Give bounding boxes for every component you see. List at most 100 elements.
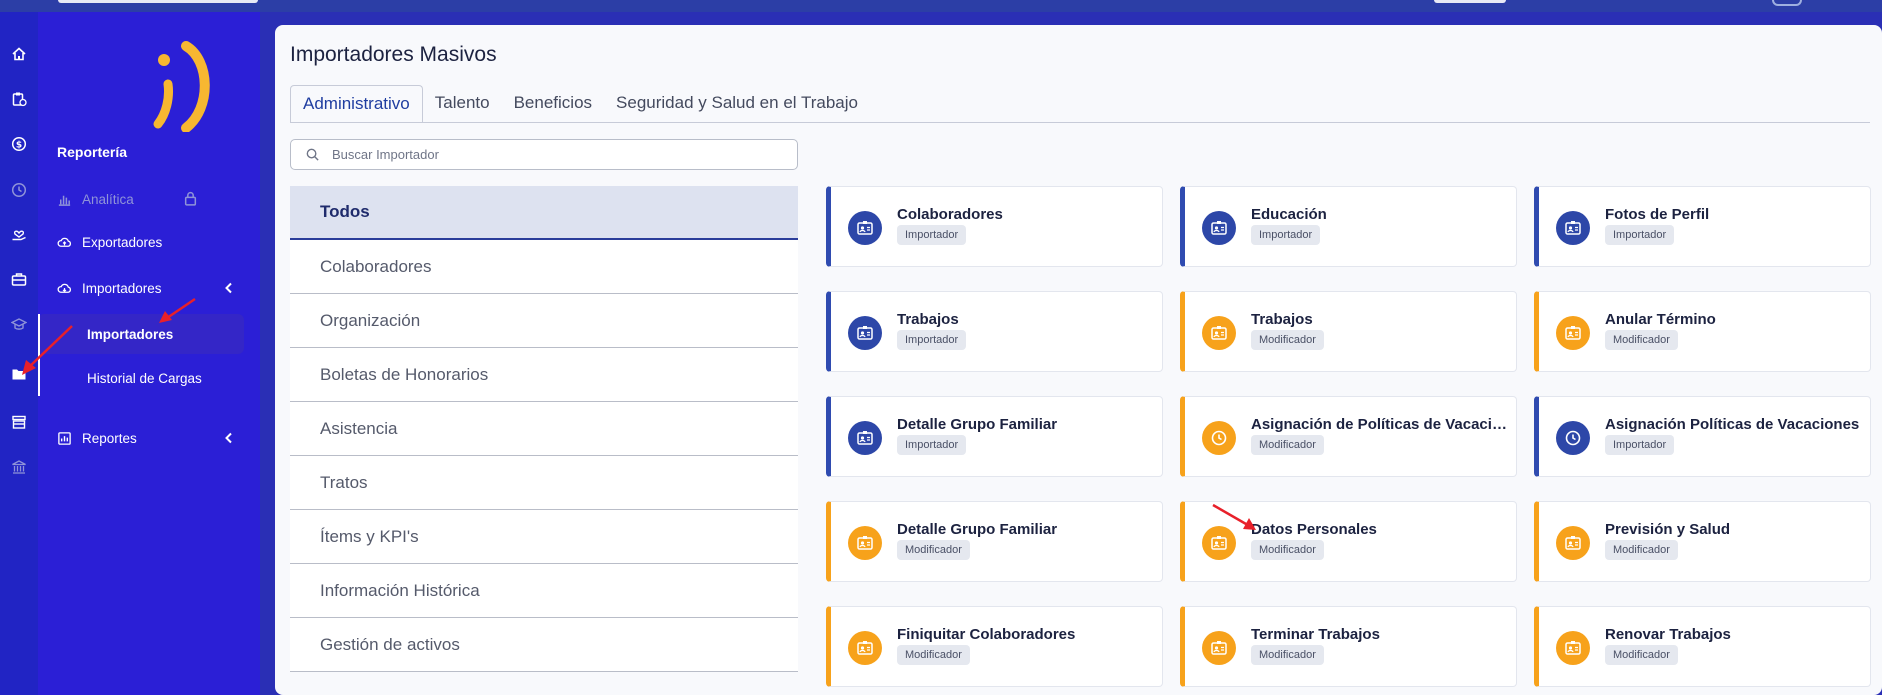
- importer-name: Educación: [1251, 206, 1327, 223]
- sidebar-item-exportadores[interactable]: Exportadores: [57, 231, 247, 253]
- page-title: Importadores Masivos: [290, 43, 497, 66]
- sidebar-item-label: Exportadores: [82, 234, 163, 250]
- search-icon: [306, 148, 319, 161]
- clock-icon[interactable]: [9, 180, 29, 200]
- home-icon[interactable]: [9, 44, 29, 64]
- search-input[interactable]: [332, 147, 772, 162]
- cloud-download-icon: [57, 283, 72, 293]
- importer-type-badge: Modificador: [897, 645, 970, 665]
- category-item-todos[interactable]: Todos: [290, 186, 798, 240]
- importer-type-badge: Modificador: [1605, 330, 1678, 350]
- importer-card[interactable]: Renovar Trabajos Modificador: [1534, 606, 1871, 687]
- sidebar-subitem-historial-de-cargas[interactable]: Historial de Cargas: [87, 358, 202, 398]
- importer-name: Datos Personales: [1251, 521, 1377, 538]
- importer-name: Asignación de Políticas de Vacacio...: [1251, 416, 1511, 433]
- importer-name: Detalle Grupo Familiar: [897, 416, 1058, 433]
- logo: [153, 41, 210, 132]
- id-card-icon: [1556, 211, 1590, 245]
- importer-name: Fotos de Perfil: [1605, 206, 1710, 223]
- importer-name: Trabajos: [1251, 311, 1313, 328]
- importer-card[interactable]: Educación Importador: [1180, 186, 1517, 267]
- id-card-icon: [1556, 631, 1590, 665]
- importer-type-badge: Modificador: [1251, 330, 1324, 350]
- importer-card[interactable]: Detalle Grupo Familiar Modificador: [826, 501, 1163, 582]
- importer-name: Finiquitar Colaboradores: [897, 626, 1076, 643]
- tabs-divider: [290, 122, 1870, 123]
- tab-administrativo[interactable]: Administrativo: [290, 85, 423, 123]
- importer-card[interactable]: Fotos de Perfil Importador: [1534, 186, 1871, 267]
- id-card-icon: [1202, 631, 1236, 665]
- top-button[interactable]: [1434, 0, 1506, 3]
- category-item-organizacion[interactable]: Organización: [290, 294, 798, 348]
- category-item-tratos[interactable]: Tratos: [290, 456, 798, 510]
- category-item-gestion-de-activos[interactable]: Gestión de activos: [290, 618, 798, 672]
- chevron-left-icon: [225, 432, 232, 444]
- importer-card[interactable]: Trabajos Modificador: [1180, 291, 1517, 372]
- importer-type-badge: Importador: [1605, 225, 1675, 245]
- id-card-icon: [848, 421, 882, 455]
- clipboard-clock-icon[interactable]: [9, 89, 29, 109]
- importer-type-badge: Importador: [1605, 435, 1675, 455]
- sidebar-item-importadores[interactable]: Importadores: [57, 277, 247, 299]
- category-item-boletas-de-honorarios[interactable]: Boletas de Honorarios: [290, 348, 798, 402]
- id-card-icon: [1202, 211, 1236, 245]
- sidebar-item-label: Importadores: [82, 280, 162, 296]
- importer-card[interactable]: Detalle Grupo Familiar Importador: [826, 396, 1163, 477]
- importer-card[interactable]: Trabajos Importador: [826, 291, 1163, 372]
- importer-type-badge: Importador: [897, 435, 967, 455]
- clock-icon: [1556, 421, 1590, 455]
- avatar[interactable]: [1772, 0, 1802, 6]
- store-icon[interactable]: [9, 412, 29, 432]
- tab-talento[interactable]: Talento: [423, 85, 502, 123]
- importer-type-badge: Importador: [897, 225, 967, 245]
- dollar-icon[interactable]: $: [9, 134, 29, 154]
- importer-card[interactable]: Asignación de Políticas de Vacacio... Mo…: [1180, 396, 1517, 477]
- importer-type-badge: Importador: [1251, 225, 1321, 245]
- sidebar-item-label: Analítica: [82, 191, 134, 207]
- category-item-asistencia[interactable]: Asistencia: [290, 402, 798, 456]
- category-list: Todos Colaboradores Organización Boletas…: [290, 186, 798, 672]
- importer-name: Anular Término: [1605, 311, 1716, 328]
- category-item-colaboradores[interactable]: Colaboradores: [290, 240, 798, 294]
- id-card-icon: [848, 631, 882, 665]
- importer-card[interactable]: Asignación Políticas de Vacaciones Impor…: [1534, 396, 1871, 477]
- annotation-arrow-importadores: [159, 297, 196, 323]
- category-item-items-y-kpis[interactable]: Ítems y KPI's: [290, 510, 798, 564]
- top-search-input[interactable]: [58, 0, 258, 3]
- importer-name: Renovar Trabajos: [1605, 626, 1731, 643]
- cloud-upload-icon: [57, 237, 72, 247]
- importer-type-badge: Modificador: [1251, 645, 1324, 665]
- id-card-icon: [1202, 316, 1236, 350]
- annotation-arrow-datos-personales: [1212, 503, 1256, 530]
- sidebar-item-reportes[interactable]: Reportes: [57, 427, 247, 449]
- importer-type-badge: Modificador: [897, 540, 970, 560]
- importer-card[interactable]: Finiquitar Colaboradores Modificador: [826, 606, 1163, 687]
- top-bar: [0, 0, 1882, 12]
- tab-beneficios[interactable]: Beneficios: [502, 85, 604, 123]
- importer-type-badge: Modificador: [1605, 540, 1678, 560]
- importer-type-badge: Modificador: [1251, 435, 1324, 455]
- id-card-icon: [848, 316, 882, 350]
- tab-seguridad-y-salud[interactable]: Seguridad y Salud en el Trabajo: [604, 85, 870, 123]
- bank-icon[interactable]: [9, 457, 29, 477]
- importer-name: Asignación Políticas de Vacaciones: [1605, 416, 1860, 433]
- id-card-icon: [848, 526, 882, 560]
- annotation-arrow-rail: [22, 325, 73, 375]
- importer-card[interactable]: Previsión y Salud Modificador: [1534, 501, 1871, 582]
- sidebar-item-analitica[interactable]: Analítica: [57, 188, 247, 210]
- importer-type-badge: Importador: [897, 330, 967, 350]
- sidebar-item-label: Reportes: [82, 430, 137, 446]
- briefcase-icon[interactable]: [9, 269, 29, 289]
- svg-text:$: $: [16, 141, 22, 151]
- importer-card[interactable]: Colaboradores Importador: [826, 186, 1163, 267]
- importer-card[interactable]: Anular Término Modificador: [1534, 291, 1871, 372]
- category-item-informacion-historica[interactable]: Información Histórica: [290, 564, 798, 618]
- importer-name: Trabajos: [897, 311, 959, 328]
- importer-name: Detalle Grupo Familiar: [897, 521, 1058, 538]
- chevron-left-icon: [225, 282, 232, 294]
- hand-heart-icon[interactable]: [9, 224, 29, 244]
- importer-name: Previsión y Salud: [1605, 521, 1731, 538]
- search-box[interactable]: [290, 139, 798, 170]
- sidebar-section-title: Reportería: [57, 144, 128, 160]
- importer-card[interactable]: Terminar Trabajos Modificador: [1180, 606, 1517, 687]
